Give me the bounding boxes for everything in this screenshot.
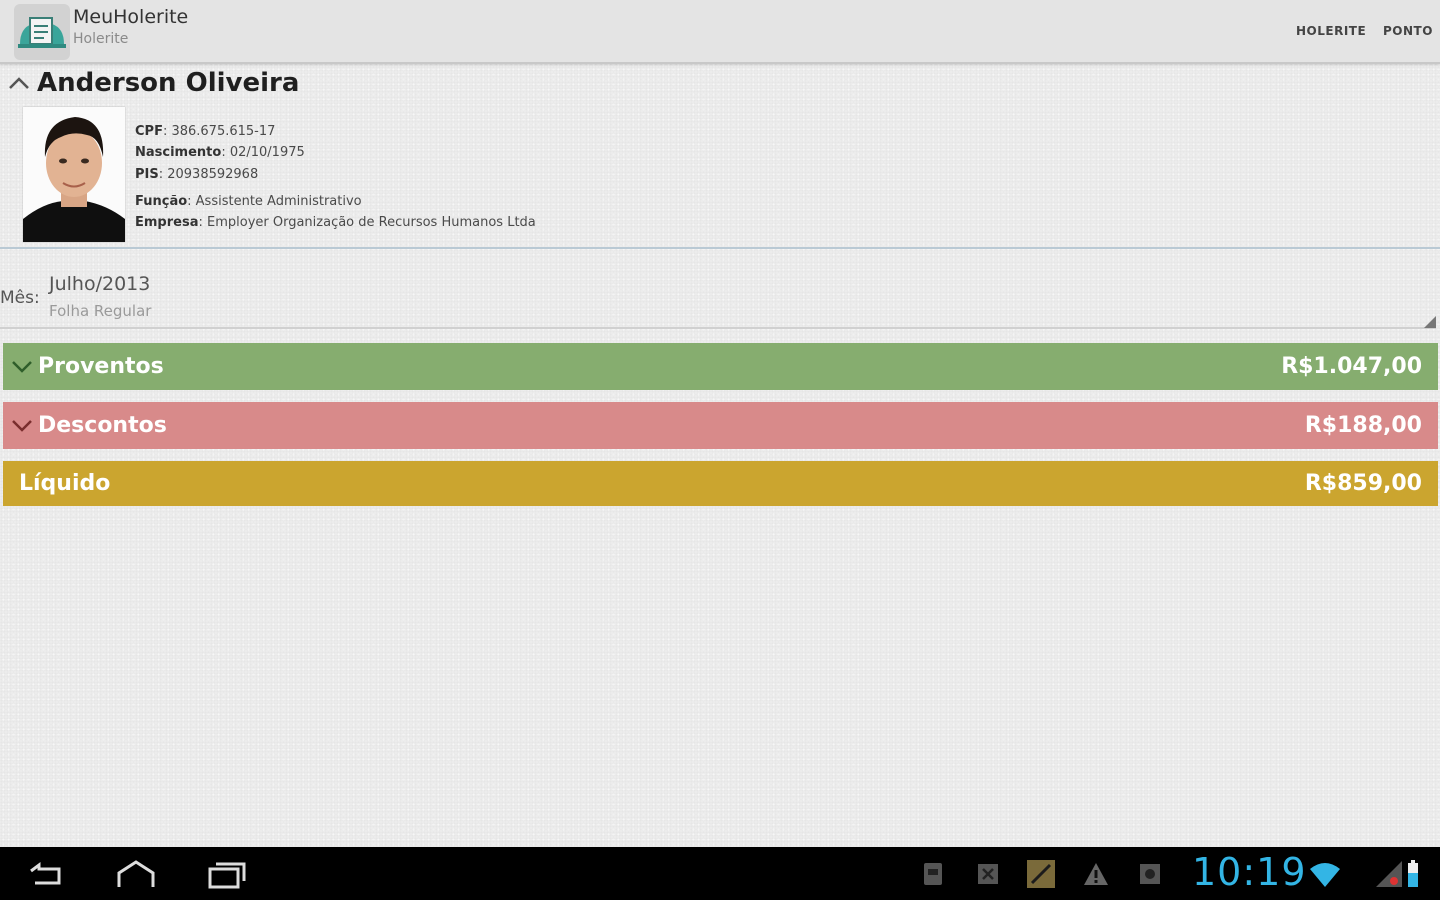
info-pis: PIS: 20938592968 [135,167,258,182]
info-funcao: Função: Assistente Administrativo [135,194,362,209]
funcao-label: Função [135,194,188,209]
nascimento-value: : 02/10/1975 [221,145,305,160]
chevron-down-icon [12,420,32,432]
descontos-label: Descontos [38,413,167,438]
cpf-label: CPF [135,124,163,139]
app-logo-icon[interactable] [14,4,70,60]
sd-card-icon[interactable] [918,859,948,889]
edit-icon[interactable] [1026,859,1056,889]
liquido-bar: Líquido R$859,00 [3,461,1438,506]
battery-icon [1408,860,1418,887]
cellular-signal-icon [1376,861,1402,887]
menu-ponto[interactable]: PONTO [1377,22,1439,40]
month-subtitle: Folha Regular [49,302,152,320]
action-bar: MeuHolerite Holerite HOLERITE PONTO [0,0,1440,64]
avatar [23,107,125,242]
back-icon[interactable] [25,857,69,891]
info-nascimento: Nascimento: 02/10/1975 [135,145,305,160]
chevron-up-icon[interactable] [8,74,30,92]
liquido-label: Líquido [19,471,111,496]
descontos-bar[interactable]: Descontos R$188,00 [3,402,1438,449]
proventos-bar[interactable]: Proventos R$1.047,00 [3,343,1438,390]
month-label: Mês: [0,288,40,308]
app-title: MeuHolerite [73,6,189,28]
funcao-value: : Assistente Administrativo [187,194,362,209]
header-divider [0,247,1440,249]
system-clock: 10:19 [1192,850,1307,894]
descontos-value: R$188,00 [1304,413,1422,438]
menu-holerite[interactable]: HOLERITE [1290,22,1372,40]
recent-apps-icon[interactable] [204,857,248,891]
pis-label: PIS [135,167,159,182]
empresa-value: : Employer Organização de Recursos Human… [198,215,536,230]
pis-value: : 20938592968 [158,167,259,182]
proventos-label: Proventos [38,354,164,379]
proventos-value: R$1.047,00 [1281,354,1422,379]
spinner-arrow-icon[interactable] [1422,314,1436,328]
wifi-icon [1310,863,1340,887]
android-debug-icon[interactable] [973,859,1003,889]
image-icon[interactable] [1135,859,1165,889]
empresa-label: Empresa [135,215,199,230]
chevron-down-icon [12,361,32,373]
info-empresa: Empresa: Employer Organização de Recurso… [135,215,536,230]
system-nav-bar: 10:19 [0,847,1440,900]
employee-name: Anderson Oliveira [37,68,300,98]
liquido-value: R$859,00 [1304,471,1422,496]
month-value[interactable]: Julho/2013 [49,273,150,295]
app-subtitle: Holerite [73,31,129,47]
warning-icon[interactable] [1081,859,1111,889]
info-cpf: CPF: 386.675.615-17 [135,124,275,139]
home-icon[interactable] [113,857,159,891]
spinner-underline [0,327,1436,329]
nascimento-label: Nascimento [135,145,222,160]
cpf-value: : 386.675.615-17 [162,124,276,139]
